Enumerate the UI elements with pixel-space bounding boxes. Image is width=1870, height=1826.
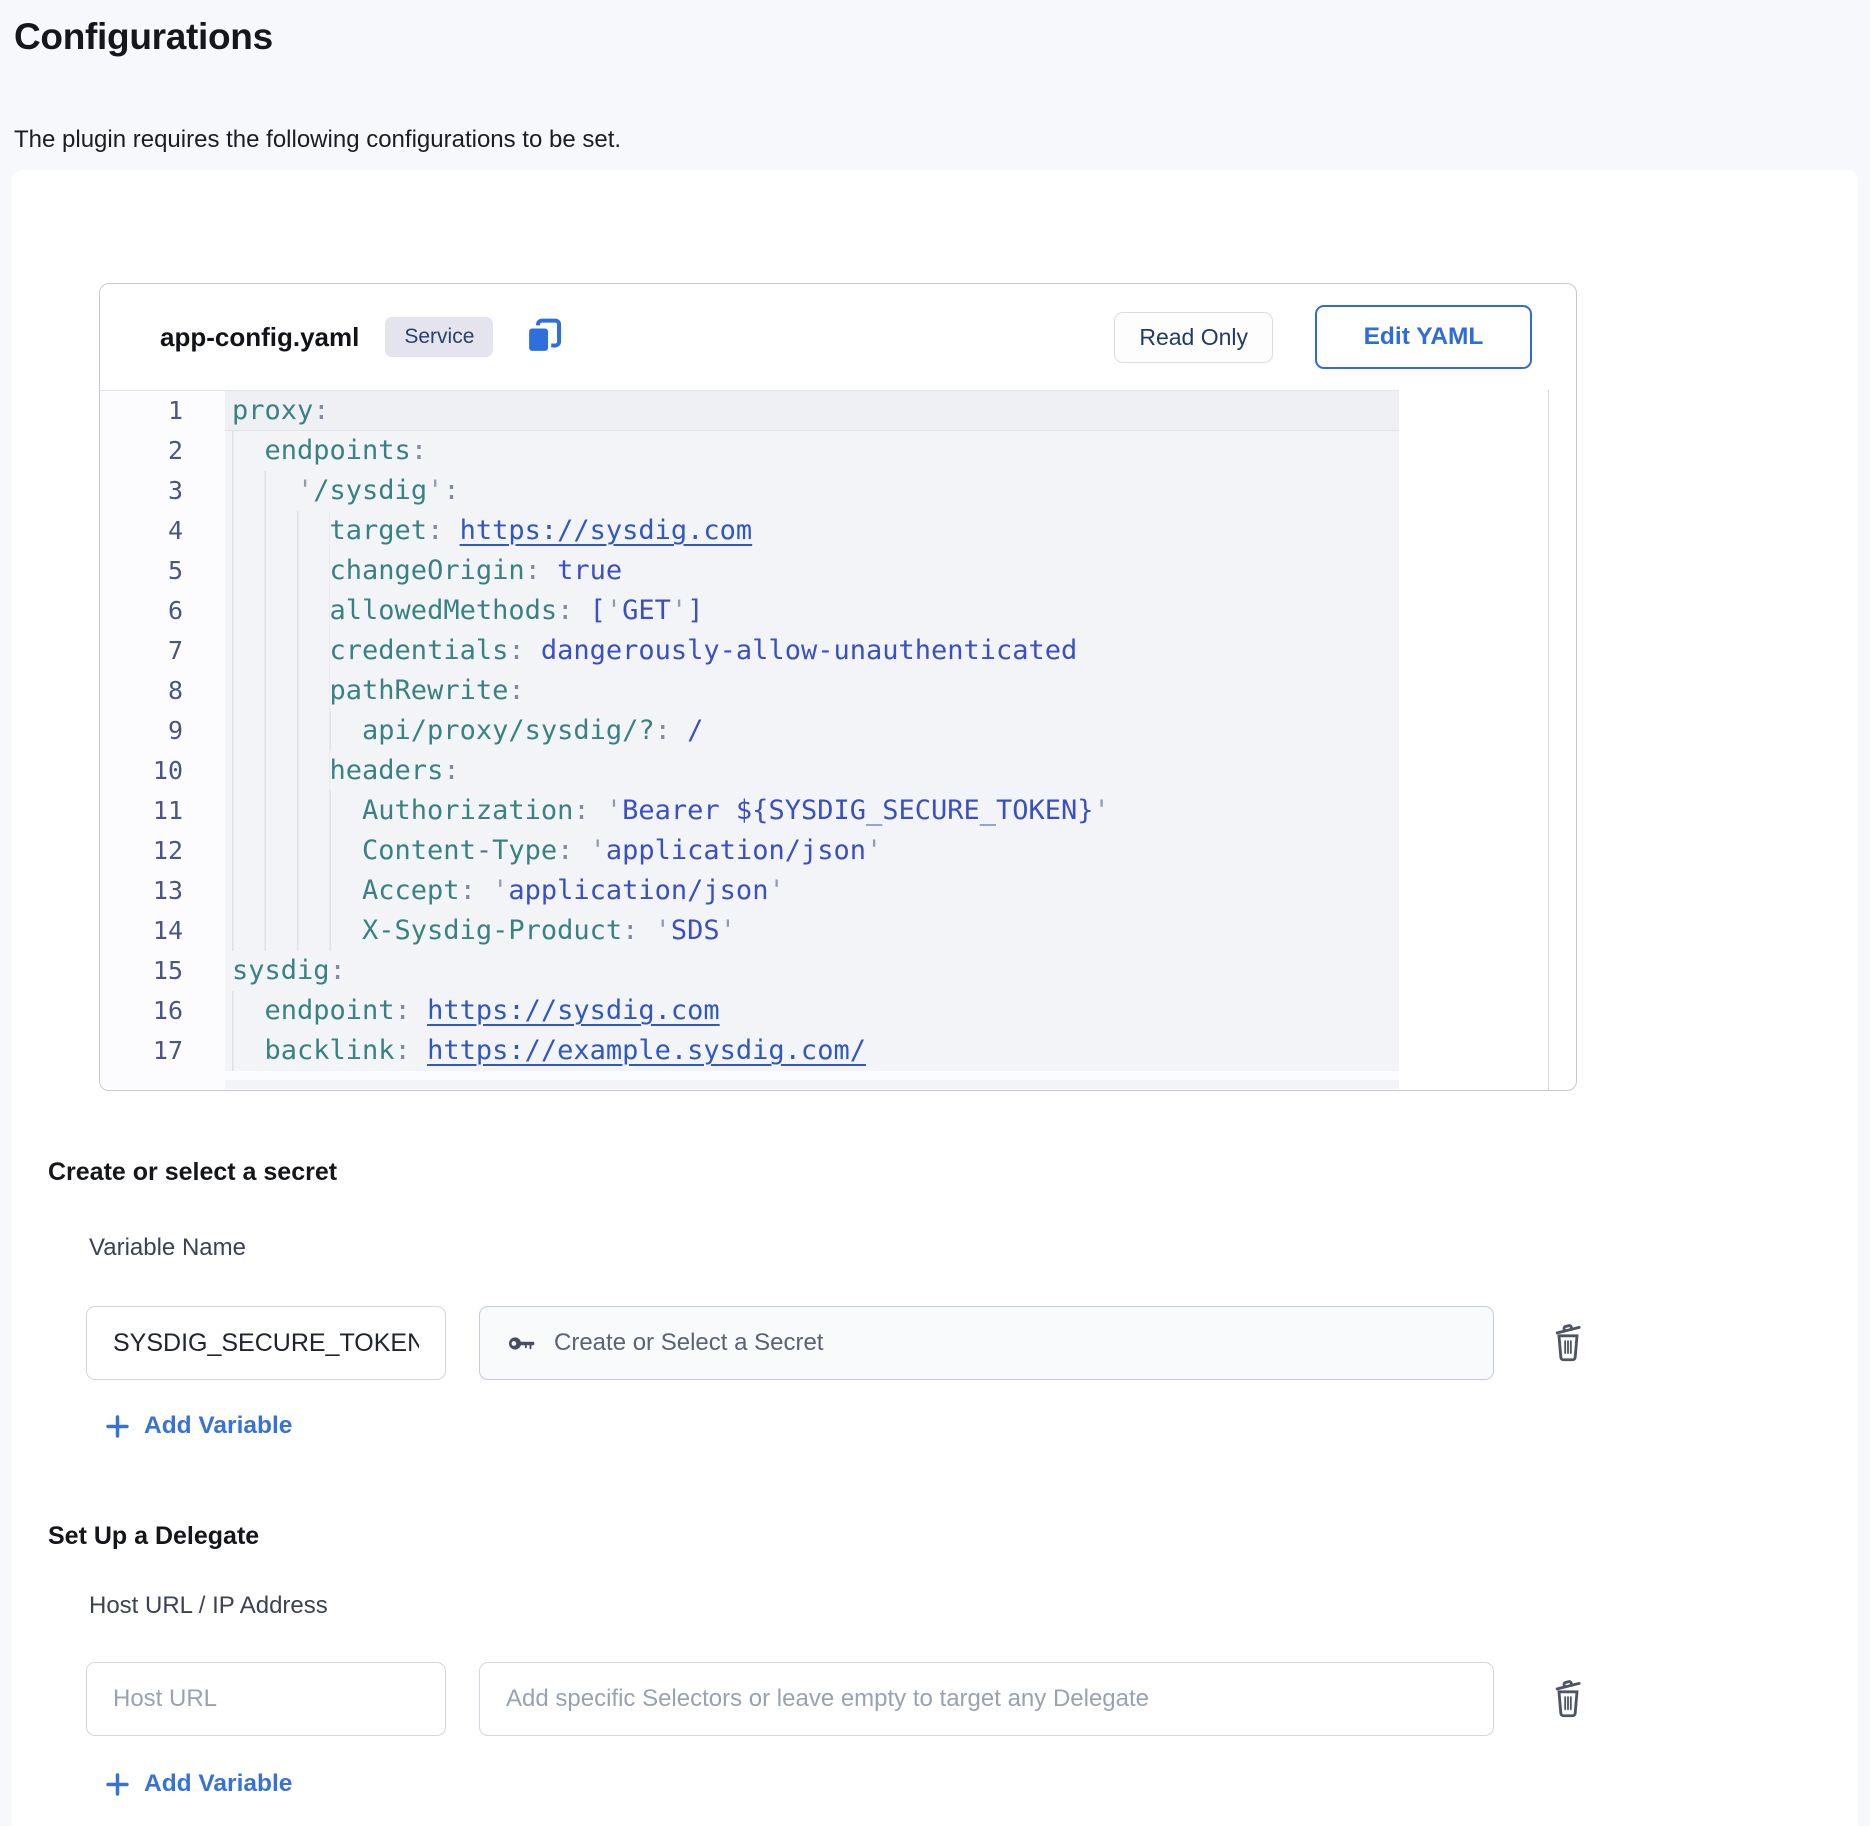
- secret-select-field[interactable]: Create or Select a Secret: [479, 1306, 1494, 1380]
- code-filler: [100, 1080, 1399, 1089]
- code-line: 6allowedMethods: ['GET']: [100, 591, 1399, 631]
- code-line: 5changeOrigin: true: [100, 551, 1399, 591]
- copy-icon: [523, 315, 565, 360]
- code-line: 1proxy:: [100, 391, 1399, 431]
- page-subtitle: The plugin requires the following config…: [14, 126, 621, 154]
- line-number: 5: [100, 551, 225, 591]
- host-url-label: Host URL / IP Address: [89, 1592, 328, 1620]
- line-number: 14: [100, 911, 225, 951]
- line-number: 13: [100, 871, 225, 911]
- plus-icon: [104, 1771, 131, 1798]
- code-line: 4target: https://sysdig.com: [100, 511, 1399, 551]
- add-variable-label: Add Variable: [144, 1770, 292, 1798]
- editor-scrollbar[interactable]: [1548, 390, 1549, 1090]
- code-line: 11Authorization: 'Bearer ${SYSDIG_SECURE…: [100, 791, 1399, 831]
- line-number: 10: [100, 751, 225, 791]
- line-number: 7: [100, 631, 225, 671]
- code-line: 14X-Sysdig-Product: 'SDS': [100, 911, 1399, 951]
- line-number: 2: [100, 431, 225, 471]
- add-variable-label: Add Variable: [144, 1412, 292, 1440]
- line-number: 11: [100, 791, 225, 831]
- delete-delegate-button[interactable]: [1546, 1672, 1590, 1724]
- line-number: 15: [100, 951, 225, 991]
- add-variable-button-delegate[interactable]: Add Variable: [104, 1770, 292, 1798]
- edit-yaml-button[interactable]: Edit YAML: [1315, 305, 1532, 369]
- read-only-button[interactable]: Read Only: [1114, 312, 1273, 363]
- copy-button[interactable]: [523, 315, 565, 360]
- code-line: 17backlink: https://example.sysdig.com/: [100, 1031, 1399, 1071]
- line-number: 4: [100, 511, 225, 551]
- code-line: 13Accept: 'application/json': [100, 871, 1399, 911]
- trash-icon: [1548, 1673, 1588, 1724]
- delegate-section-heading: Set Up a Delegate: [48, 1522, 259, 1551]
- line-number: 16: [100, 991, 225, 1031]
- line-number: 12: [100, 831, 225, 871]
- code-lines: 1proxy:2endpoints:3'/sysdig':4target: ht…: [100, 391, 1399, 1080]
- code-line: 7credentials: dangerously-allow-unauthen…: [100, 631, 1399, 671]
- key-icon: [506, 1328, 537, 1359]
- file-name: app-config.yaml: [160, 322, 359, 353]
- line-number: 3: [100, 471, 225, 511]
- service-badge: Service: [385, 317, 493, 357]
- secret-section-heading: Create or select a secret: [48, 1158, 337, 1187]
- code-line: 16endpoint: https://sysdig.com: [100, 991, 1399, 1031]
- line-number: 9: [100, 711, 225, 751]
- secret-select-placeholder: Create or Select a Secret: [554, 1329, 823, 1357]
- line-number: 17: [100, 1031, 225, 1071]
- code-line: 10headers:: [100, 751, 1399, 791]
- delegate-selectors-input[interactable]: [479, 1662, 1494, 1736]
- variable-name-label: Variable Name: [89, 1234, 246, 1262]
- code-line: 2endpoints:: [100, 431, 1399, 471]
- code-line: 15sysdig:: [100, 951, 1399, 991]
- config-card: app-config.yaml Service Read Only Edit Y…: [99, 283, 1577, 1091]
- page-title: Configurations: [14, 16, 273, 58]
- line-number: 1: [100, 391, 225, 431]
- delete-variable-button[interactable]: [1546, 1316, 1590, 1368]
- line-number: 6: [100, 591, 225, 631]
- add-variable-button-secret[interactable]: Add Variable: [104, 1412, 292, 1440]
- plus-icon: [104, 1413, 131, 1440]
- variable-name-input[interactable]: [86, 1306, 446, 1380]
- code-line: 8pathRewrite:: [100, 671, 1399, 711]
- code-line: 12Content-Type: 'application/json': [100, 831, 1399, 871]
- config-card-header: app-config.yaml Service Read Only Edit Y…: [100, 284, 1576, 390]
- code-editor[interactable]: 1proxy:2endpoints:3'/sysdig':4target: ht…: [100, 390, 1399, 1089]
- configurations-page: Configurations The plugin requires the f…: [0, 0, 1870, 1826]
- host-url-input[interactable]: [86, 1662, 446, 1736]
- code-line: 3'/sysdig':: [100, 471, 1399, 511]
- trash-icon: [1548, 1317, 1588, 1368]
- line-number: 8: [100, 671, 225, 711]
- code-line: 9api/proxy/sysdig/?: /: [100, 711, 1399, 751]
